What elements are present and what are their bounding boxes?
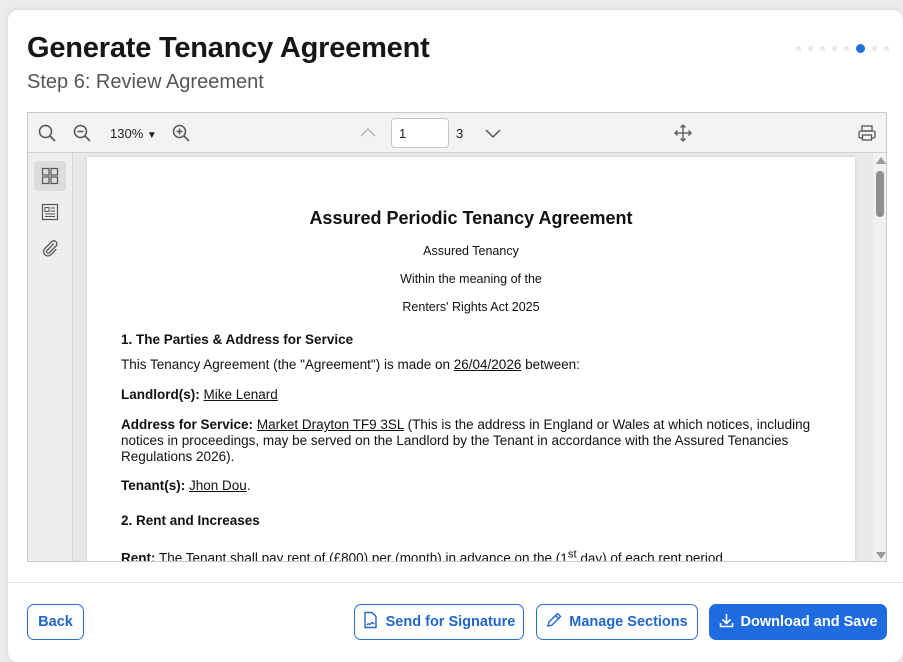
pan-move-icon[interactable]	[673, 123, 693, 143]
manage-sections-button[interactable]: Manage Sections	[536, 604, 698, 640]
send-for-signature-button[interactable]: Send for Signature	[354, 604, 524, 640]
step-dot	[796, 46, 801, 51]
parties-intro: This Tenancy Agreement (the "Agreement")…	[121, 357, 821, 373]
vertical-scrollbar[interactable]	[873, 153, 886, 561]
rent-amount: £800	[333, 550, 364, 562]
chevron-up-icon[interactable]	[358, 123, 378, 143]
text: ) in advance on the (	[437, 550, 561, 562]
footer-divider	[8, 582, 903, 583]
text: .	[246, 478, 251, 493]
rent-paragraph: Rent: The Tenant shall pay rent of (£800…	[121, 546, 821, 562]
document-subtitle: Renters' Rights Act 2025	[402, 300, 540, 314]
zoom-level-value: 130%	[110, 126, 144, 141]
search-icon[interactable]	[37, 123, 57, 143]
document-title: Assured Periodic Tenancy Agreement	[309, 208, 633, 228]
section-heading: 1. The Parties & Address for Service	[121, 332, 354, 347]
rent-period: month	[399, 550, 438, 562]
address-paragraph: Address for Service: Market Drayton TF9 …	[121, 417, 821, 465]
scroll-thumb[interactable]	[876, 171, 884, 217]
section-heading: 2. Rent and Increases	[121, 513, 260, 528]
scroll-down-arrow-icon[interactable]	[876, 552, 886, 559]
step-dot	[820, 46, 825, 51]
landlord-label: Landlord(s):	[121, 387, 200, 402]
manage-label: Manage Sections	[569, 614, 688, 630]
text: This Tenancy Agreement (the "Agreement")…	[121, 357, 454, 372]
send-label: Send for Signature	[385, 614, 516, 630]
rent-label: Rent:	[121, 550, 156, 562]
rent-day-number: 1	[560, 550, 568, 562]
text: between:	[521, 357, 580, 372]
printer-icon[interactable]	[857, 123, 877, 143]
viewer-sidebar	[28, 153, 73, 561]
thumbnails-icon[interactable]	[34, 161, 66, 191]
text: ) per (	[363, 550, 400, 562]
rent-day-word: day	[576, 550, 603, 562]
rent-day-suffix: st	[567, 548, 577, 560]
page-number-input[interactable]	[391, 118, 449, 148]
step-dot	[884, 46, 889, 51]
agreement-date: 26/04/2026	[453, 357, 522, 372]
back-button[interactable]: Back	[27, 604, 84, 640]
step-progress-dots	[796, 44, 889, 53]
address-value: Market Drayton TF9 3SL	[256, 417, 404, 432]
pencil-icon	[546, 612, 562, 632]
scroll-up-arrow-icon[interactable]	[876, 157, 886, 164]
text: The Tenant shall pay rent of (	[155, 550, 334, 562]
signature-icon	[363, 611, 379, 633]
zoom-level-dropdown[interactable]: 130% ▼	[110, 126, 157, 141]
viewer-toolbar: 130% ▼ 3	[28, 113, 886, 153]
back-label: Back	[38, 614, 73, 630]
step-subtitle: Step 6: Review Agreement	[27, 71, 264, 93]
page-total: 3	[456, 126, 464, 141]
tenant-line: Tenant(s): Jhon Dou.	[121, 478, 821, 494]
document-subtitle: Within the meaning of the	[400, 272, 542, 286]
document-area[interactable]: Assured Periodic Tenancy Agreement Assur…	[74, 153, 886, 562]
rent-day: 1st day	[560, 548, 603, 562]
download-and-save-button[interactable]: Download and Save	[709, 604, 887, 640]
pdf-viewer: 130% ▼ 3	[27, 112, 887, 562]
tenant-label: Tenant(s):	[121, 478, 186, 493]
step-dot	[872, 46, 877, 51]
step-dot-active	[856, 44, 865, 53]
tenant-name: Jhon Dou	[189, 478, 247, 493]
zoom-in-icon[interactable]	[171, 123, 191, 143]
step-dot	[808, 46, 813, 51]
outline-icon[interactable]	[34, 197, 66, 227]
document-page: Assured Periodic Tenancy Agreement Assur…	[87, 157, 855, 562]
landlord-line: Landlord(s): Mike Lenard	[121, 387, 821, 403]
download-icon	[719, 613, 734, 632]
document-subtitle: Assured Tenancy	[423, 244, 519, 258]
text: ) of each rent period.	[602, 550, 727, 562]
landlord-name: Mike Lenard	[203, 387, 278, 402]
paperclip-icon[interactable]	[34, 233, 66, 263]
chevron-down-icon[interactable]	[483, 123, 503, 143]
page-title: Generate Tenancy Agreement	[27, 32, 430, 64]
download-label: Download and Save	[740, 614, 878, 630]
zoom-out-icon[interactable]	[72, 123, 92, 143]
step-dot	[832, 46, 837, 51]
caret-down-icon: ▼	[146, 130, 157, 141]
wizard-card: Generate Tenancy Agreement Step 6: Revie…	[8, 10, 903, 662]
address-label: Address for Service:	[121, 417, 254, 432]
step-dot	[844, 46, 849, 51]
